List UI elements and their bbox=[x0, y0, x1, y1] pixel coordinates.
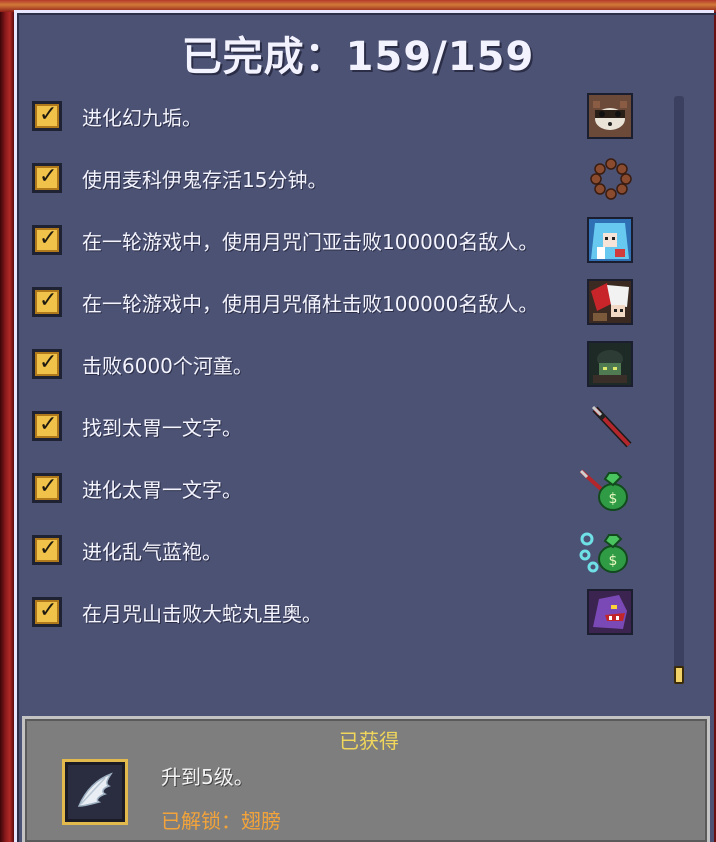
reward-icon-box bbox=[62, 759, 128, 825]
achievement-text: 进化乱气蓝袍。 bbox=[82, 539, 222, 564]
achievement-checkbox[interactable]: ✓ bbox=[32, 411, 62, 441]
katana-icon bbox=[587, 403, 633, 449]
achievement-checkbox[interactable]: ✓ bbox=[32, 101, 62, 131]
reward-description: 升到5级。 bbox=[161, 765, 254, 789]
game-frame-left bbox=[0, 0, 14, 842]
achievement-row[interactable]: ✓ 在一轮游戏中，使用月咒门亚击败100000名敌人。 bbox=[32, 215, 642, 265]
raccoon-mask-icon bbox=[587, 93, 633, 139]
money-bag-bubbles-icon: $ bbox=[577, 527, 633, 573]
blue-haired-character-icon bbox=[587, 217, 633, 263]
achievement-text: 在月咒山击败大蛇丸里奥。 bbox=[82, 601, 322, 626]
achievement-text: 击败6000个河童。 bbox=[82, 353, 253, 378]
achievement-row[interactable]: ✓ 在一轮游戏中，使用月咒俑杜击败100000名敌人。 bbox=[32, 277, 642, 327]
achievement-row[interactable]: ✓ 进化太胃一文字。 $ bbox=[32, 463, 642, 513]
achievement-checkbox[interactable]: ✓ bbox=[32, 473, 62, 503]
achievement-row[interactable]: ✓ 进化乱气蓝袍。 $ bbox=[32, 525, 642, 575]
achievement-checkbox[interactable]: ✓ bbox=[32, 597, 62, 627]
achievement-scrollbar[interactable] bbox=[674, 96, 684, 682]
achievement-checkbox[interactable]: ✓ bbox=[32, 287, 62, 317]
achievement-text: 找到太胃一文字。 bbox=[82, 415, 242, 440]
reward-status: 已获得 bbox=[339, 729, 399, 753]
achievement-text: 在一轮游戏中，使用月咒俑杜击败100000名敌人。 bbox=[82, 291, 539, 316]
completion-title: 已完成：159/159 bbox=[181, 34, 535, 80]
wing-icon bbox=[77, 772, 113, 807]
svg-text:$: $ bbox=[609, 491, 618, 507]
achievement-text: 使用麦科伊鬼存活15分钟。 bbox=[82, 167, 328, 192]
achievement-text: 在一轮游戏中，使用月咒门亚击败100000名敌人。 bbox=[82, 229, 539, 254]
achievement-checkbox[interactable]: ✓ bbox=[32, 349, 62, 379]
money-bag-sword-icon: $ bbox=[577, 465, 633, 511]
achievement-row[interactable]: ✓ 击败6000个河童。 bbox=[32, 339, 642, 389]
achievement-text: 进化太胃一文字。 bbox=[82, 477, 242, 502]
purple-serpent-icon bbox=[587, 589, 633, 635]
red-white-haired-character-icon bbox=[587, 279, 633, 325]
achievement-text: 进化幻九垢。 bbox=[82, 105, 202, 130]
achievement-checkbox[interactable]: ✓ bbox=[32, 535, 62, 565]
achievement-row[interactable]: ✓ 使用麦科伊鬼存活15分钟。 bbox=[32, 153, 642, 203]
achievement-row[interactable]: ✓ 进化幻九垢。 bbox=[32, 91, 642, 141]
achievement-checkbox[interactable]: ✓ bbox=[32, 225, 62, 255]
achievement-row[interactable]: ✓ 找到太胃一文字。 bbox=[32, 401, 642, 451]
prayer-beads-icon bbox=[587, 155, 633, 201]
achievement-row[interactable]: ✓ 在月咒山击败大蛇丸里奥。 bbox=[32, 587, 642, 637]
unlocked-item: 已解锁：翅膀 bbox=[161, 809, 281, 833]
scroll-thumb[interactable] bbox=[674, 666, 684, 684]
svg-text:$: $ bbox=[609, 553, 618, 569]
kappa-icon bbox=[587, 341, 633, 387]
reward-panel: 已获得 升到5级。 已解锁：翅膀 bbox=[22, 716, 710, 842]
achievement-checkbox[interactable]: ✓ bbox=[32, 163, 62, 193]
